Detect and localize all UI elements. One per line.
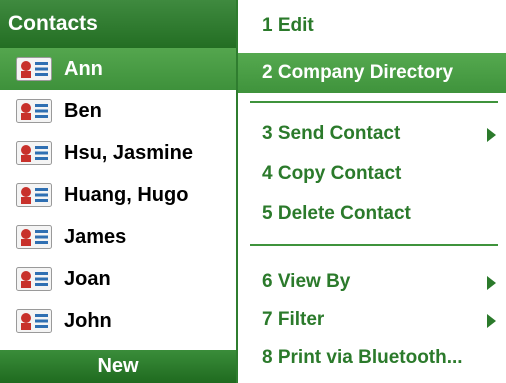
menu-item-label: 4 Copy Contact xyxy=(262,163,402,184)
contact-name: Hsu, Jasmine xyxy=(64,141,193,164)
menu-item-send-contact[interactable]: 3 Send Contact xyxy=(238,114,506,154)
contact-item-huang-hugo[interactable]: Huang, Hugo xyxy=(0,174,236,216)
menu-item-label: 2 Company Directory xyxy=(262,62,454,83)
context-menu: 1 Edit 2 Company Directory 3 Send Contac… xyxy=(236,0,506,383)
contact-item-ben[interactable]: Ben xyxy=(0,90,236,132)
menu-item-company-directory[interactable]: 2 Company Directory xyxy=(238,53,506,93)
menu-item-copy-contact[interactable]: 4 Copy Contact xyxy=(238,154,506,194)
contact-item-hsu-jasmine[interactable]: Hsu, Jasmine xyxy=(0,132,236,174)
menu-item-label: 6 View By xyxy=(262,271,351,292)
chevron-right-icon xyxy=(487,314,496,328)
contact-name: Huang, Hugo xyxy=(64,183,189,206)
menu-divider xyxy=(250,244,498,246)
contact-item-joan[interactable]: Joan xyxy=(0,258,236,300)
menu-item-label: 1 Edit xyxy=(262,15,314,36)
menu-item-filter[interactable]: 7 Filter xyxy=(238,300,506,340)
contact-card-icon xyxy=(16,225,52,249)
chevron-right-icon xyxy=(487,276,496,290)
menu-item-edit[interactable]: 1 Edit xyxy=(238,6,506,46)
menu-item-view-by[interactable]: 6 View By xyxy=(238,262,506,302)
contact-card-icon xyxy=(16,141,52,165)
contact-card-icon xyxy=(16,267,52,291)
contact-name: James xyxy=(64,225,127,248)
menu-item-delete-contact[interactable]: 5 Delete Contact xyxy=(238,194,506,234)
contacts-pane: Contacts Ann Ben Hsu, Jasmine Huang, Hug… xyxy=(0,0,236,383)
menu-item-label: 8 Print via Bluetooth... xyxy=(262,347,463,368)
menu-item-label: 7 Filter xyxy=(262,309,325,330)
chevron-right-icon xyxy=(487,128,496,142)
contact-item-ann[interactable]: Ann xyxy=(0,48,236,90)
contact-card-icon xyxy=(16,99,52,123)
menu-divider xyxy=(250,101,498,103)
menu-item-label: 3 Send Contact xyxy=(262,123,401,144)
contact-name: John xyxy=(64,309,112,332)
contact-name: Ann xyxy=(64,57,103,80)
new-softkey-button[interactable]: New xyxy=(0,350,236,383)
menu-item-label: 5 Delete Contact xyxy=(262,203,411,224)
contact-card-icon xyxy=(16,183,52,207)
contact-item-james[interactable]: James xyxy=(0,216,236,258)
contact-name: Joan xyxy=(64,267,111,290)
contacts-title: Contacts xyxy=(8,12,98,35)
contact-list: Ann Ben Hsu, Jasmine Huang, Hugo James J… xyxy=(0,48,236,342)
contacts-title-bar: Contacts xyxy=(0,0,236,48)
softkey-bar: New xyxy=(0,350,236,383)
menu-item-print-via-bluetooth[interactable]: 8 Print via Bluetooth... xyxy=(238,338,506,378)
contact-card-icon xyxy=(16,309,52,333)
contact-item-john[interactable]: John xyxy=(0,300,236,342)
contact-name: Ben xyxy=(64,99,102,122)
contact-card-icon xyxy=(16,57,52,81)
